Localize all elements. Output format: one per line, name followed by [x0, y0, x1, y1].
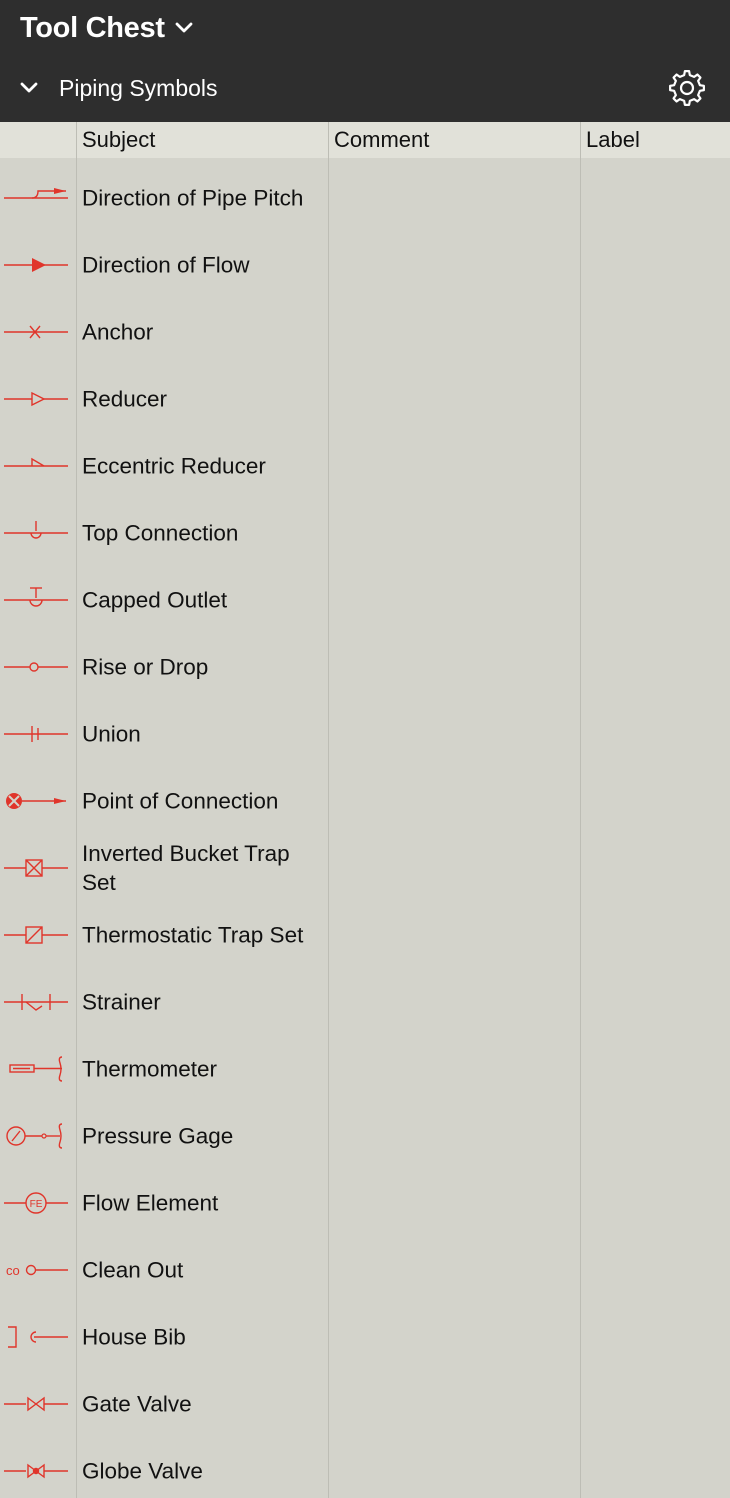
section-row: Piping Symbols [0, 66, 730, 110]
table-header: Subject Comment Label [0, 122, 730, 158]
symbol-row[interactable]: Union [0, 700, 730, 767]
reducer-icon [4, 391, 68, 407]
symbol-subject: Direction of Flow [82, 252, 250, 277]
clean-out-icon: co [6, 1263, 68, 1278]
tool-chest-title: Tool Chest [20, 11, 165, 44]
pipe-pitch-icon [4, 188, 68, 199]
gate-valve-icon [4, 1396, 68, 1412]
symbol-subject: Anchor [82, 319, 154, 344]
strainer-icon [4, 994, 68, 1011]
symbol-row[interactable]: Point of Connection [0, 767, 730, 834]
symbol-row[interactable]: Thermostatic Trap Set [0, 901, 730, 968]
tool-chest-header: Tool Chest Piping Symbols [0, 0, 730, 122]
symbol-row[interactable]: Direction of Pipe Pitch [0, 164, 730, 231]
flow-direction-icon [4, 258, 68, 272]
symbol-row[interactable]: Gate Valve [0, 1370, 730, 1437]
eccentric-reducer-icon [4, 457, 68, 467]
symbol-subject: Gate Valve [82, 1391, 192, 1416]
symbol-row[interactable]: Eccentric Reducer [0, 432, 730, 499]
thermometer-icon [9, 1056, 63, 1082]
symbol-subject: Direction of Pipe Pitch [82, 185, 304, 210]
symbol-subject: Globe Valve [82, 1458, 203, 1483]
inverted-bucket-trap-icon [4, 859, 68, 877]
symbol-subject: Thermometer [82, 1056, 218, 1081]
symbol-row[interactable]: House Bib [0, 1303, 730, 1370]
flow-element-icon: FE [4, 1192, 68, 1214]
symbol-row[interactable]: Direction of Flow [0, 231, 730, 298]
globe-valve-icon [4, 1463, 68, 1479]
symbol-row[interactable]: Inverted Bucket Trap Set [0, 834, 730, 901]
settings-gear-icon[interactable] [668, 69, 706, 107]
rise-or-drop-icon [4, 662, 68, 672]
column-header-comment[interactable]: Comment [334, 127, 429, 153]
pressure-gage-icon [6, 1123, 63, 1149]
top-connection-icon [4, 521, 68, 539]
symbol-subject: Inverted Bucket Trap Set [82, 840, 290, 895]
symbol-subject: Top Connection [82, 520, 239, 545]
symbol-subject: Point of Connection [82, 788, 279, 813]
symbol-subject: Reducer [82, 386, 168, 411]
capped-outlet-icon [4, 587, 68, 607]
symbol-subject: Strainer [82, 989, 161, 1014]
column-header-subject[interactable]: Subject [82, 127, 155, 153]
symbol-subject: Clean Out [82, 1257, 184, 1282]
anchor-icon [4, 325, 68, 339]
symbol-row[interactable]: FE Flow Element [0, 1169, 730, 1236]
house-bib-icon [8, 1326, 68, 1348]
point-of-connection-icon [6, 793, 66, 809]
collapse-chevron-icon[interactable] [18, 77, 40, 99]
svg-text:FE: FE [30, 1199, 43, 1210]
symbol-subject: Rise or Drop [82, 654, 209, 679]
symbol-row[interactable]: Thermometer [0, 1035, 730, 1102]
symbol-subject: Flow Element [82, 1190, 219, 1215]
symbol-row[interactable]: Anchor [0, 298, 730, 365]
chevron-down-icon [175, 22, 193, 33]
symbol-row[interactable]: Top Connection [0, 499, 730, 566]
symbol-row[interactable]: co Clean Out [0, 1236, 730, 1303]
symbol-subject: Capped Outlet [82, 587, 228, 612]
symbol-row[interactable]: Capped Outlet [0, 566, 730, 633]
symbol-row[interactable]: Pressure Gage [0, 1102, 730, 1169]
symbol-subject: Eccentric Reducer [82, 453, 266, 478]
column-header-label[interactable]: Label [586, 127, 640, 153]
symbol-subject: House Bib [82, 1324, 186, 1349]
symbol-subject: Pressure Gage [82, 1123, 234, 1148]
union-icon [4, 726, 68, 742]
section-title: Piping Symbols [59, 75, 218, 101]
symbol-row[interactable]: Globe Valve [0, 1437, 730, 1498]
symbol-row[interactable]: Strainer [0, 968, 730, 1035]
thermostatic-trap-icon [4, 926, 68, 944]
symbol-subject: Union [82, 721, 141, 746]
symbol-row[interactable]: Rise or Drop [0, 633, 730, 700]
tool-chest-title-dropdown[interactable]: Tool Chest [20, 8, 195, 48]
symbol-row[interactable]: Reducer [0, 365, 730, 432]
svg-text:co: co [6, 1263, 20, 1278]
symbol-subject: Thermostatic Trap Set [82, 922, 304, 947]
